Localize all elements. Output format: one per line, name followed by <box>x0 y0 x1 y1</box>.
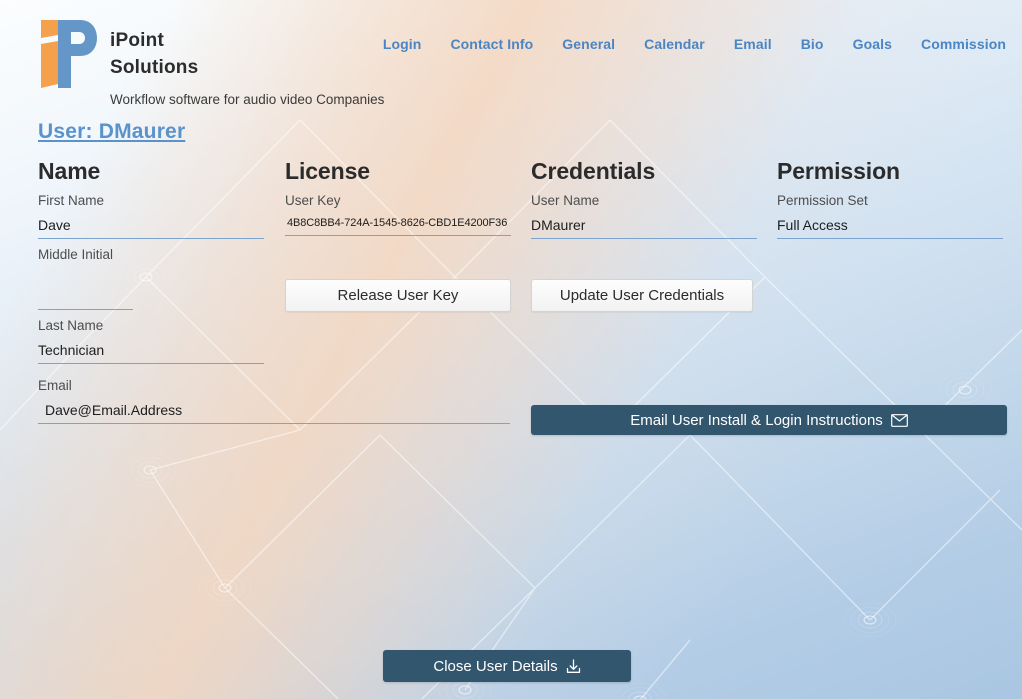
logo-line-1: iPoint <box>110 30 164 51</box>
user-link[interactable]: User: DMaurer <box>38 120 185 144</box>
release-user-key-button[interactable]: Release User Key <box>285 279 511 312</box>
nav-contact-info[interactable]: Contact Info <box>450 36 533 52</box>
first-name-label: First Name <box>38 193 105 208</box>
nav-email[interactable]: Email <box>734 36 772 52</box>
last-name-value[interactable]: Technician <box>38 342 264 363</box>
download-arrow-icon <box>566 658 581 674</box>
email-user-install-login-instructions-button[interactable]: Email User Install & Login Instructions <box>531 405 1007 435</box>
nav-calendar[interactable]: Calendar <box>644 36 705 52</box>
envelope-icon <box>890 413 908 427</box>
name-column-title: Name <box>38 158 101 184</box>
logo-block: iPoint Solutions <box>38 18 198 90</box>
user-name-label: User Name <box>531 193 600 208</box>
user-details-page: iPoint Solutions Workflow software for a… <box>0 0 1022 699</box>
user-key-underline <box>285 235 511 236</box>
permission-set-field[interactable]: Permission Set Full Access <box>777 193 1007 239</box>
middle-initial-value[interactable] <box>38 271 133 309</box>
middle-initial-underline <box>38 309 133 310</box>
email-instructions-label: Email User Install & Login Instructions <box>630 411 883 429</box>
main-navigation: Login Contact Info General Calendar Emai… <box>383 36 1006 52</box>
email-value[interactable]: Dave@Email.Address <box>38 402 510 423</box>
close-user-details-button[interactable]: Close User Details <box>383 650 631 682</box>
permission-set-label: Permission Set <box>777 193 868 208</box>
permission-column-title: Permission <box>777 158 900 184</box>
first-name-field[interactable]: First Name Dave <box>38 193 268 239</box>
permission-set-selected: Full Access <box>777 217 848 233</box>
last-name-label: Last Name <box>38 318 104 333</box>
first-name-underline <box>38 238 264 239</box>
logo-line-2: Solutions <box>110 57 199 78</box>
ipoint-logo-icon <box>41 20 97 88</box>
nav-login[interactable]: Login <box>383 36 422 52</box>
close-user-details-label: Close User Details <box>433 657 558 675</box>
last-name-underline <box>38 363 264 364</box>
chevron-down-icon[interactable] <box>985 217 999 219</box>
nav-general[interactable]: General <box>562 36 615 52</box>
middle-initial-field[interactable]: Middle Initial <box>38 247 268 310</box>
permission-column: Permission Permission Set Full Access <box>777 158 1007 247</box>
license-column-title: License <box>285 158 370 184</box>
user-key-label: User Key <box>285 193 341 208</box>
email-label: Email <box>38 378 72 393</box>
credentials-column-title: Credentials <box>531 158 656 184</box>
last-name-field[interactable]: Last Name Technician <box>38 318 268 364</box>
user-name-value[interactable]: DMaurer <box>531 217 757 238</box>
logo-wordmark: iPoint Solutions <box>110 27 198 81</box>
credentials-column: Credentials User Name DMaurer <box>531 158 761 247</box>
first-name-value[interactable]: Dave <box>38 217 264 238</box>
nav-goals[interactable]: Goals <box>853 36 892 52</box>
nav-commission[interactable]: Commission <box>921 36 1006 52</box>
permission-set-underline <box>777 238 1003 239</box>
user-name-field[interactable]: User Name DMaurer <box>531 193 761 239</box>
email-field[interactable]: Email Dave@Email.Address <box>38 378 510 424</box>
license-column: License User Key 4B8C8BB4-724A-1545-8626… <box>285 158 515 244</box>
update-user-credentials-button[interactable]: Update User Credentials <box>531 279 753 312</box>
user-key-field[interactable]: User Key 4B8C8BB4-724A-1545-8626-CBD1E42… <box>285 193 515 236</box>
name-column: Name First Name Dave Middle Initial Last… <box>38 158 510 432</box>
tagline: Workflow software for audio video Compan… <box>110 92 385 107</box>
email-underline <box>38 423 510 424</box>
page-header: iPoint Solutions Workflow software for a… <box>0 0 1022 143</box>
middle-initial-label: Middle Initial <box>38 247 114 262</box>
permission-set-value[interactable]: Full Access <box>777 217 1003 238</box>
nav-bio[interactable]: Bio <box>801 36 824 52</box>
user-key-value[interactable]: 4B8C8BB4-724A-1545-8626-CBD1E4200F36 <box>285 217 511 235</box>
user-name-underline <box>531 238 757 239</box>
